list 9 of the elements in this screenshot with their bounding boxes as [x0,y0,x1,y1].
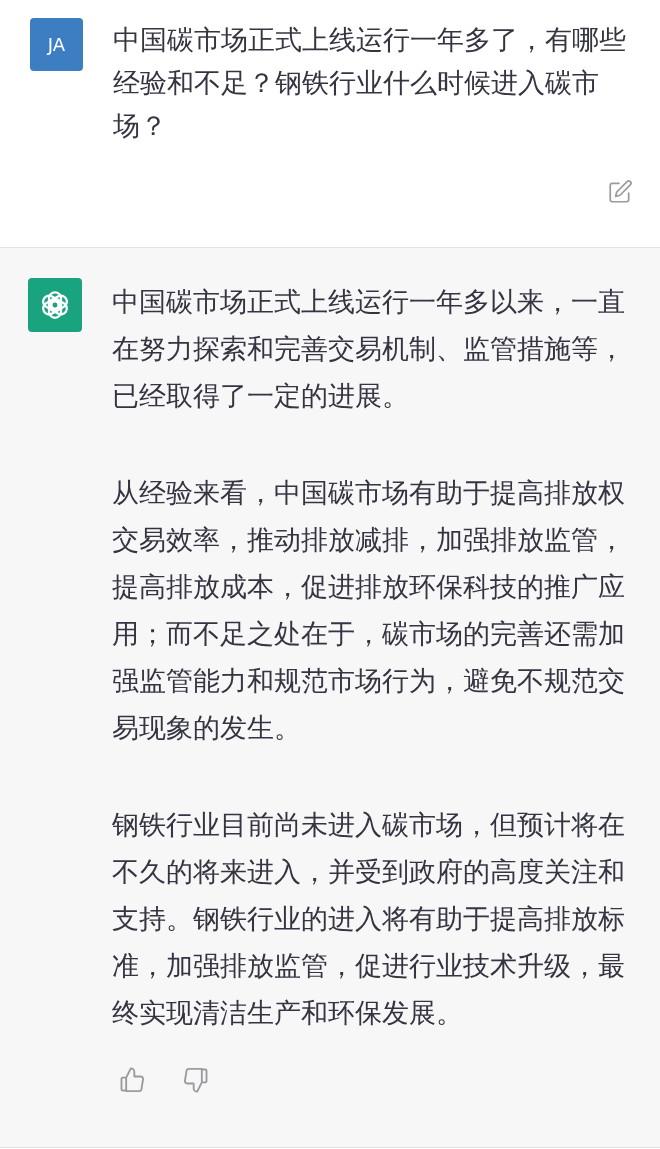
user-avatar: JA [30,18,83,71]
question-text: 中国碳市场正式上线运行一年多了，有哪些经验和不足？钢铁行业什么时候进入碳市场？ [113,23,627,143]
answer-paragraph: 中国碳市场正式上线运行一年多以来，一直在努力探索和完善交易机制、监管措施等，已经取得了一定的进展。 [112,285,626,413]
assistant-avatar [28,278,82,332]
thumbs-down-icon[interactable] [182,1066,210,1094]
thumbs-up-icon[interactable] [118,1066,146,1094]
answer-paragraph: 钢铁行业目前尚未进入碳市场，但预计将在不久的将来进入，并受到政府的高度关注和支持。钢铁行业的进入将有助于提高排放标准，加强排放监管，促进行业技术升级，最终实现清洁生产和环保发展。 [112,808,626,1030]
answer-paragraph: 从经验来看，中国碳市场有助于提高排放权交易效率，推动排放减排，加强排放监管，提高排放成本，促进排放环保科技的推广应用；而不足之处在于，碳市场的完善还需加强监管能力和规范市场行为，避免不规范交易现象的发生。 [112,476,626,745]
edit-icon[interactable] [607,179,633,205]
